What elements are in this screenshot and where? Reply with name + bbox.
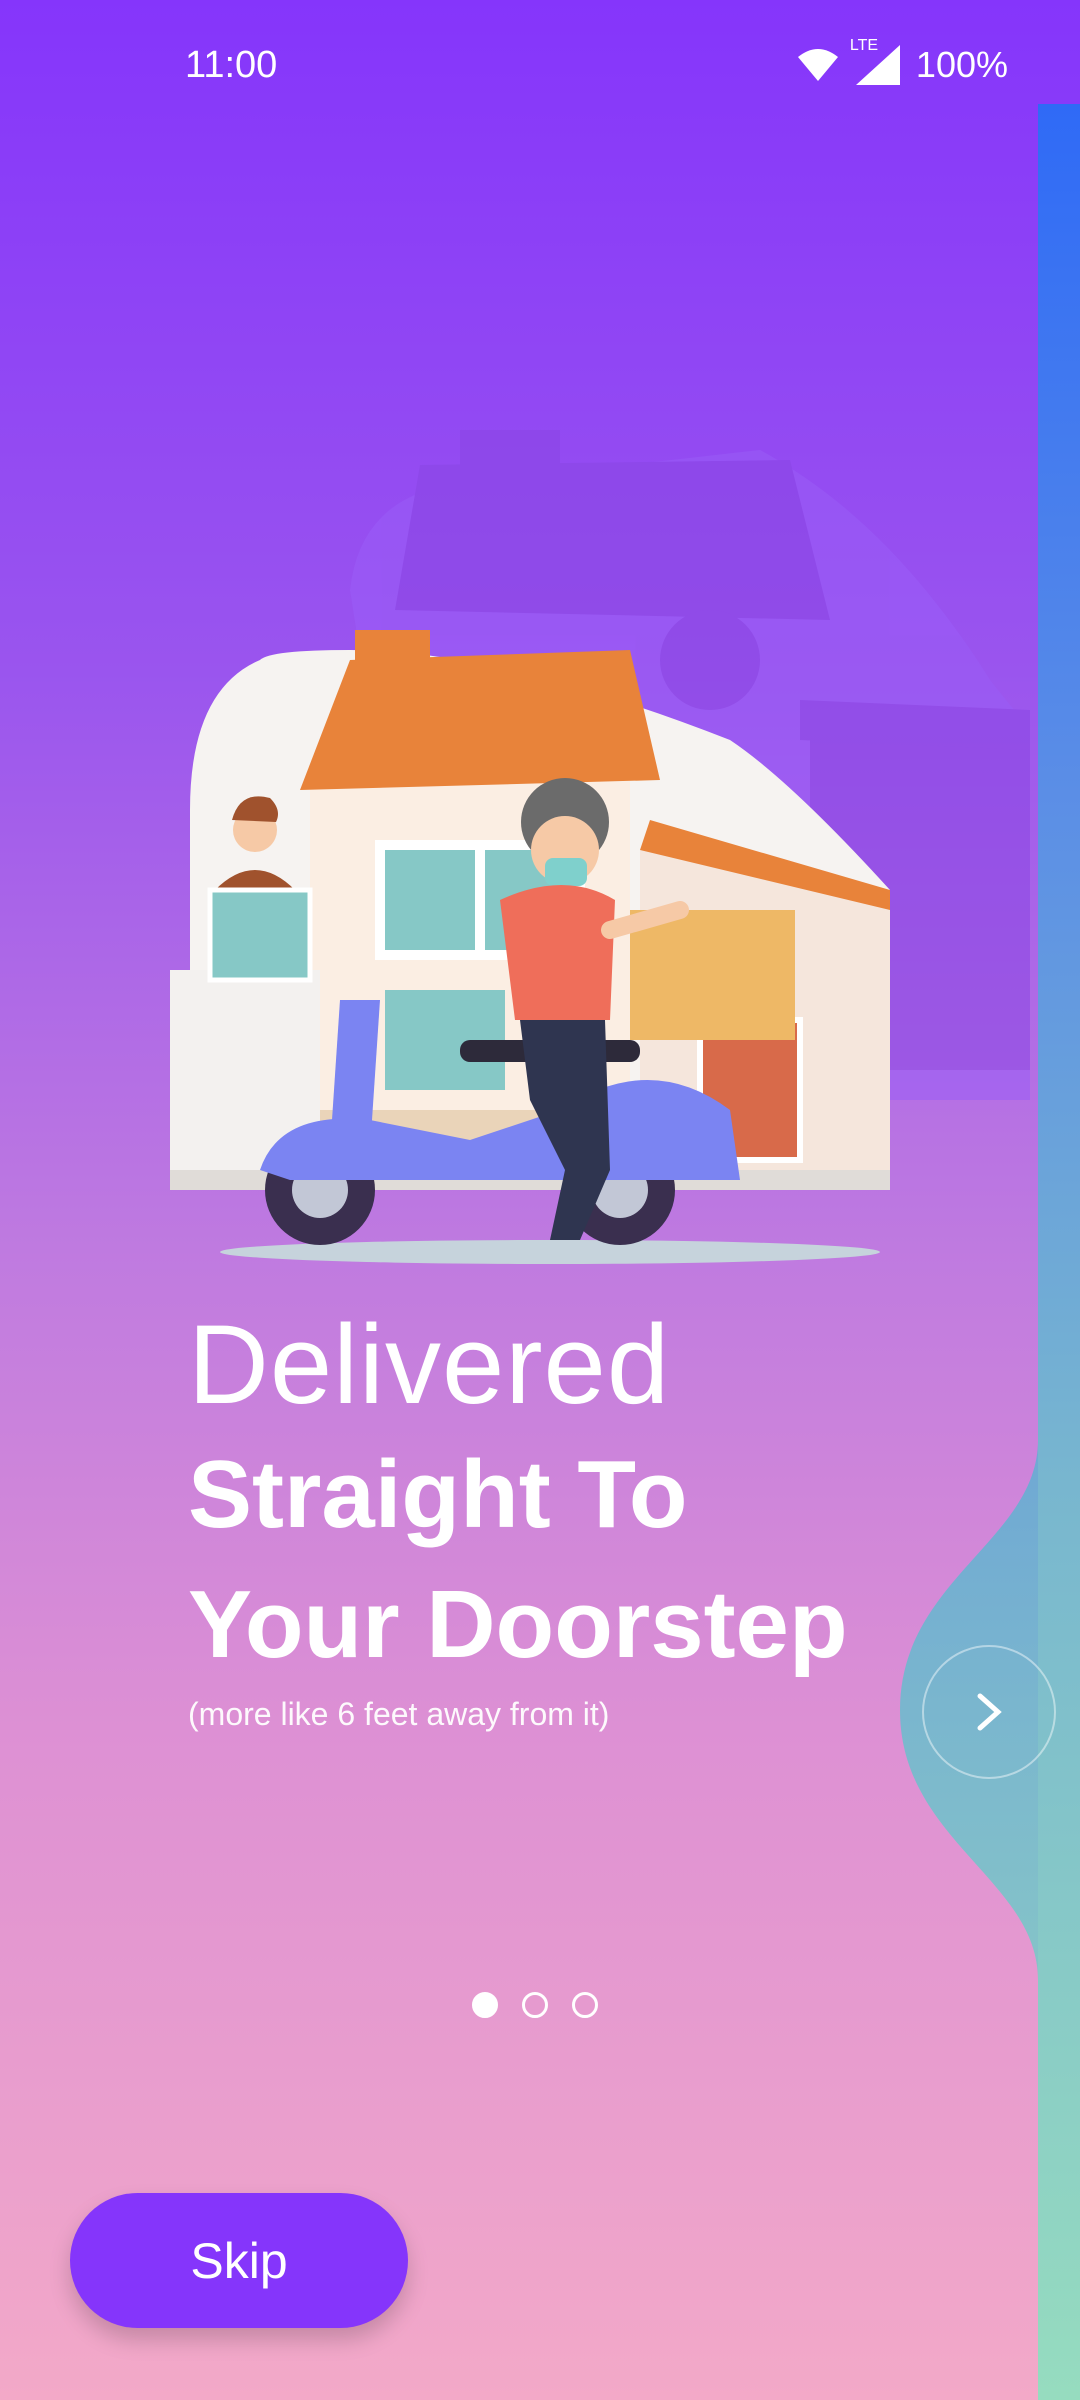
headline-line-2: Straight To: [188, 1441, 688, 1548]
delivery-box: [630, 910, 795, 1040]
onboarding-headline: Delivered Straight To Your Doorstep (mor…: [188, 1300, 848, 1733]
page-dot-1[interactable]: [472, 1992, 498, 2018]
headline-line-1: Delivered: [188, 1302, 671, 1427]
skip-button[interactable]: Skip: [70, 2193, 408, 2328]
next-button[interactable]: [922, 1645, 1056, 1779]
page-dot-3[interactable]: [572, 1992, 598, 2018]
page-indicator: [472, 1992, 598, 2018]
headline-line-3: Your Doorstep: [188, 1571, 848, 1678]
skip-button-label: Skip: [190, 2232, 288, 2289]
chevron-right-icon: [977, 1693, 1002, 1731]
delivery-illustration: [170, 430, 1030, 1264]
headline-subtext: (more like 6 feet away from it): [188, 1696, 610, 1732]
page-dot-2[interactable]: [522, 1992, 548, 2018]
